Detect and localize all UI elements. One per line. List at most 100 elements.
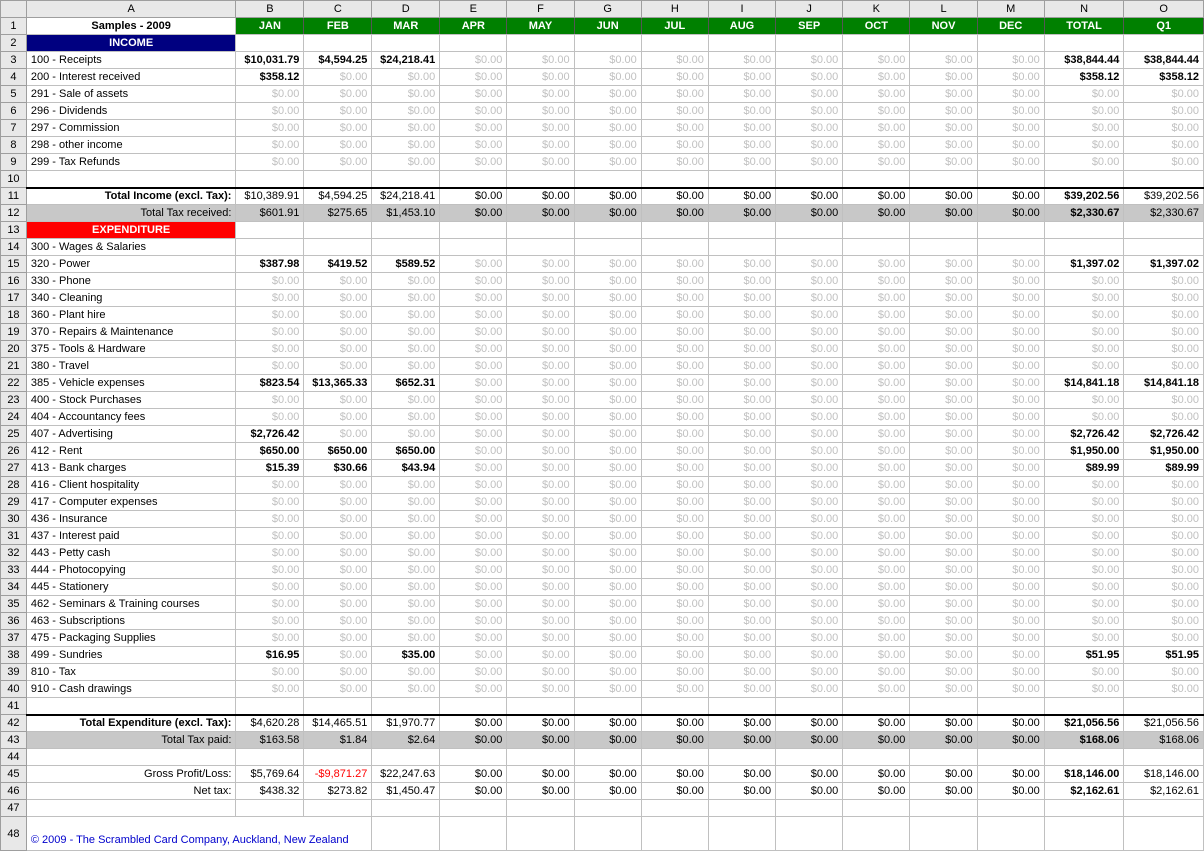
summary-cell[interactable]: $2,162.61 bbox=[1044, 783, 1124, 800]
cell[interactable]: $0.00 bbox=[776, 511, 843, 528]
cell[interactable]: $0.00 bbox=[440, 477, 507, 494]
cell[interactable]: $0.00 bbox=[1124, 154, 1204, 171]
cell[interactable]: $0.00 bbox=[372, 613, 440, 630]
income-section-header[interactable]: INCOME bbox=[26, 35, 236, 52]
row-header[interactable]: 10 bbox=[1, 171, 27, 188]
cell[interactable]: $0.00 bbox=[708, 647, 775, 664]
summary-cell[interactable]: $0.00 bbox=[910, 205, 977, 222]
summary-cell[interactable]: $0.00 bbox=[641, 766, 708, 783]
summary-cell[interactable]: $18,146.00 bbox=[1124, 766, 1204, 783]
row-header[interactable]: 27 bbox=[1, 460, 27, 477]
cell[interactable] bbox=[910, 239, 977, 256]
cell[interactable] bbox=[507, 239, 574, 256]
cell[interactable]: $0.00 bbox=[1124, 324, 1204, 341]
cell[interactable]: $0.00 bbox=[304, 290, 372, 307]
cell[interactable]: $0.00 bbox=[977, 392, 1044, 409]
cell[interactable]: $0.00 bbox=[574, 324, 641, 341]
cell[interactable]: $0.00 bbox=[574, 630, 641, 647]
summary-label[interactable]: Gross Profit/Loss: bbox=[26, 766, 236, 783]
cell[interactable]: $1,950.00 bbox=[1124, 443, 1204, 460]
cell[interactable]: $0.00 bbox=[1044, 630, 1124, 647]
row-label[interactable]: 298 - other income bbox=[26, 137, 236, 154]
cell[interactable]: $0.00 bbox=[843, 375, 910, 392]
cell[interactable]: $0.00 bbox=[440, 290, 507, 307]
cell[interactable]: $0.00 bbox=[843, 443, 910, 460]
cell[interactable]: $0.00 bbox=[1044, 307, 1124, 324]
cell[interactable]: $0.00 bbox=[1124, 341, 1204, 358]
cell[interactable]: $0.00 bbox=[910, 69, 977, 86]
cell[interactable]: $0.00 bbox=[507, 426, 574, 443]
row-label[interactable]: 407 - Advertising bbox=[26, 426, 236, 443]
cell[interactable]: $13,365.33 bbox=[304, 375, 372, 392]
cell[interactable]: $419.52 bbox=[304, 256, 372, 273]
cell[interactable]: $0.00 bbox=[977, 426, 1044, 443]
row-header[interactable]: 23 bbox=[1, 392, 27, 409]
month-header[interactable]: JUN bbox=[574, 18, 641, 35]
summary-cell[interactable]: $0.00 bbox=[776, 715, 843, 732]
col-header[interactable]: I bbox=[708, 1, 775, 18]
cell[interactable]: $0.00 bbox=[304, 137, 372, 154]
cell[interactable]: $0.00 bbox=[910, 511, 977, 528]
summary-cell[interactable]: $2,330.67 bbox=[1124, 205, 1204, 222]
summary-cell[interactable]: $0.00 bbox=[910, 715, 977, 732]
cell[interactable]: $0.00 bbox=[440, 511, 507, 528]
cell[interactable]: $0.00 bbox=[372, 562, 440, 579]
cell[interactable]: $0.00 bbox=[1124, 477, 1204, 494]
cell[interactable]: $2,726.42 bbox=[1044, 426, 1124, 443]
cell[interactable]: $0.00 bbox=[236, 409, 304, 426]
cell[interactable]: $0.00 bbox=[910, 647, 977, 664]
summary-cell[interactable]: $0.00 bbox=[507, 205, 574, 222]
cell[interactable]: $0.00 bbox=[304, 596, 372, 613]
month-header[interactable]: SEP bbox=[776, 18, 843, 35]
month-header[interactable]: DEC bbox=[977, 18, 1044, 35]
summary-cell[interactable]: $0.00 bbox=[708, 783, 775, 800]
row-header[interactable]: 41 bbox=[1, 698, 27, 715]
cell[interactable]: $0.00 bbox=[507, 358, 574, 375]
cell[interactable]: $0.00 bbox=[574, 409, 641, 426]
cell[interactable]: $0.00 bbox=[641, 273, 708, 290]
cell[interactable]: $0.00 bbox=[843, 630, 910, 647]
cell[interactable] bbox=[641, 239, 708, 256]
cell[interactable]: $0.00 bbox=[776, 562, 843, 579]
cell[interactable]: $0.00 bbox=[1044, 528, 1124, 545]
cell[interactable]: $0.00 bbox=[507, 52, 574, 69]
cell[interactable]: $0.00 bbox=[1124, 86, 1204, 103]
cell[interactable]: $0.00 bbox=[843, 69, 910, 86]
cell[interactable]: $0.00 bbox=[708, 681, 775, 698]
cell[interactable]: $0.00 bbox=[910, 443, 977, 460]
summary-cell[interactable]: $438.32 bbox=[236, 783, 304, 800]
cell[interactable]: $0.00 bbox=[708, 256, 775, 273]
cell[interactable]: $0.00 bbox=[843, 681, 910, 698]
cell[interactable]: $0.00 bbox=[372, 358, 440, 375]
cell[interactable]: $0.00 bbox=[507, 409, 574, 426]
row-header[interactable]: 46 bbox=[1, 783, 27, 800]
cell[interactable]: $0.00 bbox=[236, 273, 304, 290]
row-header[interactable]: 3 bbox=[1, 52, 27, 69]
cell[interactable]: $30.66 bbox=[304, 460, 372, 477]
cell[interactable]: $0.00 bbox=[910, 613, 977, 630]
cell[interactable]: $0.00 bbox=[776, 613, 843, 630]
cell[interactable]: $0.00 bbox=[641, 630, 708, 647]
row-header[interactable]: 13 bbox=[1, 222, 27, 239]
summary-cell[interactable]: $0.00 bbox=[641, 715, 708, 732]
summary-cell[interactable]: $0.00 bbox=[843, 732, 910, 749]
summary-cell[interactable]: $1,453.10 bbox=[372, 205, 440, 222]
row-header[interactable]: 18 bbox=[1, 307, 27, 324]
cell[interactable]: $0.00 bbox=[574, 256, 641, 273]
summary-cell[interactable]: $0.00 bbox=[440, 766, 507, 783]
cell[interactable]: $0.00 bbox=[910, 358, 977, 375]
cell[interactable]: $0.00 bbox=[574, 460, 641, 477]
cell[interactable]: $0.00 bbox=[843, 154, 910, 171]
cell[interactable]: $0.00 bbox=[641, 647, 708, 664]
cell[interactable]: $0.00 bbox=[236, 562, 304, 579]
month-header[interactable]: NOV bbox=[910, 18, 977, 35]
summary-cell[interactable]: $0.00 bbox=[641, 205, 708, 222]
col-header[interactable]: J bbox=[776, 1, 843, 18]
cell[interactable]: $0.00 bbox=[574, 494, 641, 511]
cell[interactable]: $0.00 bbox=[304, 273, 372, 290]
cell[interactable]: $0.00 bbox=[843, 409, 910, 426]
cell[interactable] bbox=[236, 239, 304, 256]
cell[interactable]: $0.00 bbox=[236, 307, 304, 324]
row-label[interactable]: 296 - Dividends bbox=[26, 103, 236, 120]
summary-cell[interactable]: $2,330.67 bbox=[1044, 205, 1124, 222]
